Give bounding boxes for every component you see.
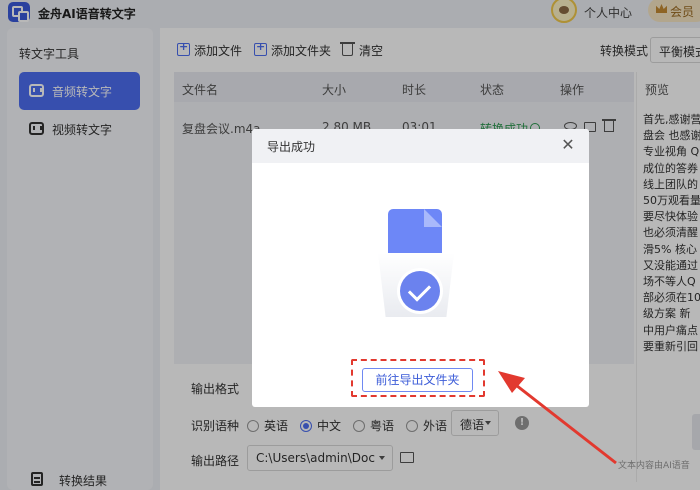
arrow-shaft xyxy=(511,380,617,465)
annotation-arrow xyxy=(498,371,617,465)
